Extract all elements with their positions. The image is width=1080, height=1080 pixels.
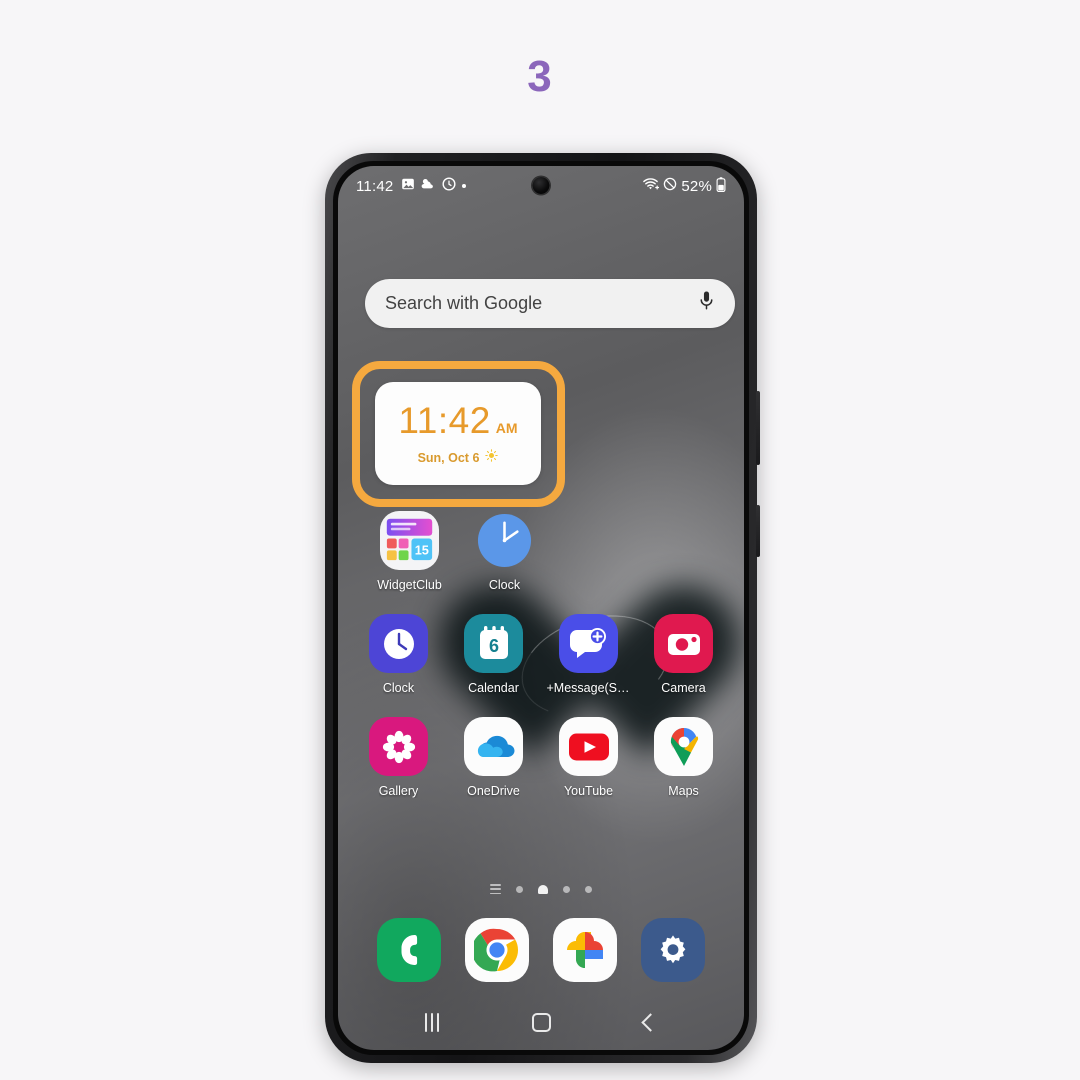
google-search-bar[interactable]: Search with Google xyxy=(365,279,735,328)
app-clock[interactable]: Clock xyxy=(363,614,434,695)
calendar-icon[interactable]: 6 xyxy=(464,614,523,673)
back-button[interactable] xyxy=(641,1012,661,1032)
power-button[interactable] xyxy=(756,505,760,557)
phone-icon[interactable] xyxy=(377,918,441,982)
volume-button[interactable] xyxy=(756,391,760,465)
phone-screen: 11:42 52% Search with Google 11:42 AM Su… xyxy=(338,166,744,1050)
maps-pin-icon[interactable] xyxy=(654,717,713,776)
search-input-placeholder[interactable]: Search with Google xyxy=(385,293,698,314)
apps-list-icon[interactable] xyxy=(490,884,501,895)
app-label: Calendar xyxy=(468,681,519,695)
page-indicator[interactable] xyxy=(338,884,744,895)
clock-blue-icon[interactable] xyxy=(475,511,534,570)
page-dot[interactable] xyxy=(563,885,570,893)
wifi-icon xyxy=(642,177,660,195)
clock-indigo-icon[interactable] xyxy=(369,614,428,673)
image-icon xyxy=(401,177,415,195)
highlight-box-clock-widget xyxy=(352,361,565,507)
recents-button[interactable] xyxy=(424,1012,440,1032)
phone-bezel: 11:42 52% Search with Google 11:42 AM Su… xyxy=(333,161,749,1055)
app-row-3: Gallery OneDrive YouTube Maps xyxy=(338,717,744,798)
app-label: WidgetClub xyxy=(377,578,442,592)
app-widgetclub[interactable]: 15 WidgetClub xyxy=(374,511,445,592)
svg-text:15: 15 xyxy=(415,542,429,557)
app-youtube[interactable]: YouTube xyxy=(553,717,624,798)
gallery-flower-icon[interactable] xyxy=(369,717,428,776)
do-not-disturb-icon xyxy=(663,177,677,195)
app-gallery[interactable]: Gallery xyxy=(363,717,434,798)
dock xyxy=(338,918,744,982)
app-label: Clock xyxy=(488,578,521,592)
alarm-circle-icon xyxy=(442,177,456,195)
front-camera-punch-hole xyxy=(532,177,550,194)
home-button[interactable] xyxy=(532,1012,552,1032)
navigation-bar xyxy=(338,994,744,1050)
widgetclub-icon[interactable]: 15 xyxy=(380,511,439,570)
youtube-play-icon[interactable] xyxy=(559,717,618,776)
app-label: +Message(SM... xyxy=(546,681,631,695)
home-page-active-indicator[interactable] xyxy=(538,884,548,894)
battery-icon xyxy=(716,176,726,196)
status-bar-left: 11:42 xyxy=(356,177,467,195)
app-row-1: 15 WidgetClub Clock xyxy=(338,511,744,592)
phone-device-frame: 11:42 52% Search with Google 11:42 AM Su… xyxy=(325,153,760,1063)
app-onedrive[interactable]: OneDrive xyxy=(458,717,529,798)
app-plus-message[interactable]: +Message(SM... xyxy=(547,614,631,695)
step-number: 3 xyxy=(527,52,553,101)
app-label: YouTube xyxy=(563,784,614,798)
weather-cloud-icon xyxy=(421,177,436,195)
app-grid: 15 WidgetClub Clock Clock 6 Calendar +Me… xyxy=(338,511,744,820)
app-label: Clock xyxy=(382,681,415,695)
app-clock-blue[interactable]: Clock xyxy=(469,511,540,592)
message-plus-icon[interactable] xyxy=(559,614,618,673)
app-maps[interactable]: Maps xyxy=(648,717,719,798)
page-dot[interactable] xyxy=(585,885,592,893)
app-camera[interactable]: Camera xyxy=(648,614,719,695)
microphone-icon[interactable] xyxy=(698,290,715,317)
app-row-2: Clock 6 Calendar +Message(SM... Camera xyxy=(338,614,744,695)
battery-percentage: 52% xyxy=(681,177,712,195)
status-bar-clock: 11:42 xyxy=(356,177,394,195)
calendar-day-number: 6 xyxy=(488,636,498,656)
camera-icon[interactable] xyxy=(654,614,713,673)
chrome-icon[interactable] xyxy=(465,918,529,982)
app-calendar[interactable]: 6 Calendar xyxy=(458,614,529,695)
page-dot[interactable] xyxy=(516,885,523,893)
dot-icon xyxy=(462,184,467,188)
app-label: Gallery xyxy=(378,784,419,798)
settings-gear-icon[interactable] xyxy=(641,918,705,982)
status-bar: 11:42 52% xyxy=(338,166,744,206)
google-photos-icon[interactable] xyxy=(553,918,617,982)
app-label: OneDrive xyxy=(467,784,520,798)
onedrive-cloud-icon[interactable] xyxy=(464,717,523,776)
app-label: Camera xyxy=(661,681,706,695)
status-bar-right: 52% xyxy=(642,166,726,206)
app-label: Maps xyxy=(668,784,699,798)
